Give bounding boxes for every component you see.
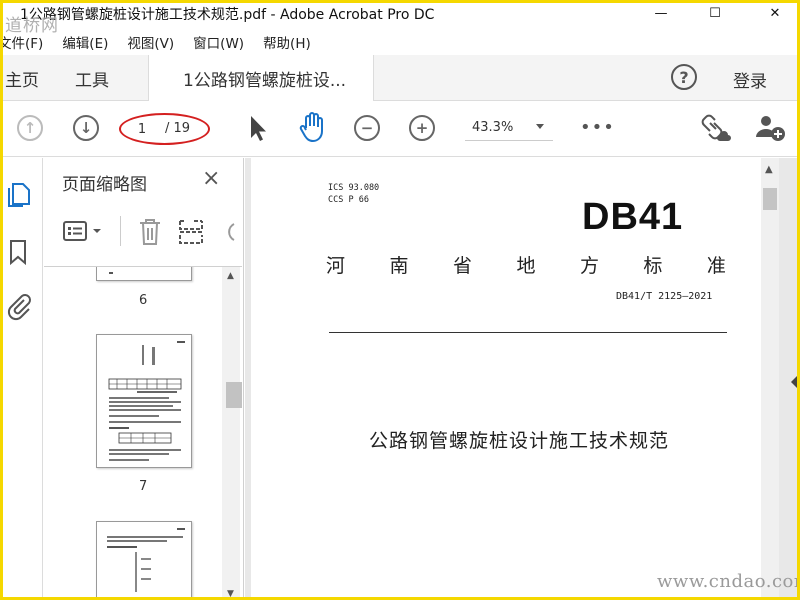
document-view: ICS 93.080 CCS P 66 DB41 河 南 省 地 方 标 准 D…	[245, 158, 797, 597]
zoom-select[interactable]: 43.3%	[465, 115, 553, 141]
menu-file[interactable]: 文件(F)	[3, 32, 43, 52]
zoom-value: 43.3%	[472, 120, 514, 135]
menu-bar: 文件(F) 编辑(E) 视图(V) 窗口(W) 帮助(H)	[3, 31, 330, 53]
chevron-down-icon	[536, 124, 544, 129]
thumbnail-scrollbar[interactable]: ▲ ▼	[222, 267, 242, 597]
thumbnail-panel: 页面缩略图 × 6 7 ▲ ▼	[44, 158, 244, 597]
minimize-icon[interactable]: —	[646, 3, 676, 23]
close-panel-icon[interactable]: ×	[202, 166, 220, 191]
share-link-icon[interactable]	[700, 113, 732, 143]
hand-tool-icon[interactable]	[298, 111, 328, 143]
heading-char: 方	[579, 255, 599, 277]
thumbnail-content	[107, 528, 185, 592]
zoom-in-icon[interactable]: +	[409, 115, 435, 141]
extract-pages-icon[interactable]	[178, 218, 204, 246]
tab-tools[interactable]: 工具	[75, 55, 109, 101]
pdf-page: ICS 93.080 CCS P 66 DB41 河 南 省 地 方 标 准 D…	[251, 158, 761, 597]
thumbnail-label-7: 7	[139, 479, 148, 494]
separator	[120, 216, 121, 246]
watermark-url: www.cndao.com	[657, 571, 800, 592]
document-scrollbar[interactable]: ▲	[761, 158, 779, 597]
maximize-icon[interactable]: ☐	[700, 3, 730, 23]
standard-mark: DB41	[582, 196, 684, 238]
title-bar: 1公路钢管螺旋桩设计施工技术规范.pdf - Adobe Acrobat Pro…	[3, 3, 797, 25]
menu-window[interactable]: 窗口(W)	[193, 32, 244, 52]
thumbnail-page-8[interactable]	[96, 521, 192, 597]
divider	[329, 332, 727, 333]
panel-toolbar	[44, 210, 244, 256]
page-total: / 19	[165, 121, 191, 136]
next-page-icon[interactable]: ↓	[73, 115, 99, 141]
window-title: 1公路钢管螺旋桩设计施工技术规范.pdf - Adobe Acrobat Pro…	[20, 7, 435, 23]
window-frame: 1公路钢管螺旋桩设计施工技术规范.pdf - Adobe Acrobat Pro…	[0, 0, 800, 600]
thumbnail-content	[109, 272, 113, 274]
panel-title: 页面缩略图	[62, 175, 147, 195]
expand-right-pane-icon[interactable]	[791, 376, 797, 388]
heading-char: 河	[326, 255, 346, 277]
more-tools-icon[interactable]: •••	[580, 117, 615, 138]
options-menu-icon[interactable]	[62, 220, 106, 244]
thumbnail-label-6: 6	[139, 293, 148, 308]
rotate-icon[interactable]	[220, 220, 236, 244]
heading-char: 地	[516, 255, 536, 277]
doc-ics: ICS 93.080 CCS P 66	[328, 182, 379, 206]
standard-code: DB41/T 2125—2021	[616, 291, 713, 302]
page-number-input[interactable]: 1	[127, 119, 157, 139]
heading-char: 准	[706, 255, 726, 277]
add-user-icon[interactable]	[755, 113, 787, 143]
previous-page-icon[interactable]: ↑	[17, 115, 43, 141]
thumbnail-list: 6 7 ▲ ▼	[44, 266, 242, 597]
ccs-code: CCS P 66	[328, 195, 369, 205]
ics-code: ICS 93.080	[328, 183, 380, 193]
tab-home[interactable]: 主页	[5, 55, 39, 101]
tab-document[interactable]: 1公路钢管螺旋桩设...	[148, 55, 374, 102]
attachment-icon[interactable]	[7, 292, 33, 326]
select-tool-icon[interactable]	[247, 114, 269, 142]
bookmark-icon[interactable]	[7, 238, 33, 270]
scroll-up-icon[interactable]: ▲	[227, 271, 234, 281]
heading-char: 省	[452, 255, 472, 277]
toolbar: ↑ ↓ 1 / 19 − + 43.3% •••	[3, 101, 797, 157]
help-icon[interactable]: ?	[671, 64, 697, 90]
close-window-icon[interactable]: ✕	[760, 3, 790, 23]
heading-char: 标	[643, 255, 663, 277]
navigation-rail	[3, 158, 43, 597]
province-standard-heading: 河 南 省 地 方 标 准	[326, 251, 726, 278]
scrollbar-thumb[interactable]	[226, 382, 242, 408]
tab-document-label: 1公路钢管螺旋桩设...	[183, 71, 347, 91]
thumbnail-content	[108, 341, 185, 461]
scroll-down-icon[interactable]: ▼	[227, 589, 234, 597]
scroll-up-icon[interactable]: ▲	[765, 164, 773, 175]
heading-char: 南	[389, 255, 409, 277]
delete-icon[interactable]	[138, 218, 162, 246]
zoom-out-icon[interactable]: −	[354, 115, 380, 141]
thumbnail-page-7[interactable]	[96, 334, 192, 468]
login-button[interactable]: 登录	[733, 67, 767, 92]
menu-help[interactable]: 帮助(H)	[263, 32, 311, 52]
tab-bar: 主页 工具 1公路钢管螺旋桩设... ? 登录	[3, 55, 797, 102]
thumbnail-page-6[interactable]	[96, 267, 192, 281]
page-thumbnails-icon[interactable]	[7, 180, 33, 212]
document-title: 公路钢管螺旋桩设计施工技术规范	[369, 430, 670, 452]
scrollbar-thumb[interactable]	[763, 188, 777, 210]
menu-edit[interactable]: 编辑(E)	[62, 32, 108, 52]
menu-view[interactable]: 视图(V)	[127, 32, 174, 52]
